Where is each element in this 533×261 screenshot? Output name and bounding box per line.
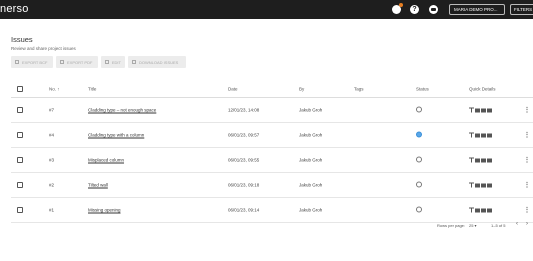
- document-icon: [487, 208, 492, 212]
- table-header: No. ↑ Title Date By Tags Status Quick De…: [11, 80, 533, 98]
- issue-title-link[interactable]: Missing opening: [88, 208, 121, 213]
- issue-author: Jakub Groh: [299, 207, 323, 213]
- link-icon: [475, 183, 480, 187]
- issue-title-link[interactable]: Cladding type with a column: [88, 133, 144, 138]
- row-menu-icon[interactable]: ⋮: [524, 132, 530, 139]
- project-select[interactable]: MARIA DEMO PRO...: [449, 4, 505, 15]
- filters-button[interactable]: FILTERS: [510, 4, 533, 15]
- image-icon: [481, 108, 486, 112]
- edit-icon: [105, 60, 109, 64]
- rows-per-page-select[interactable]: 25 ▾: [469, 223, 477, 228]
- document-icon: [487, 158, 492, 162]
- row-checkbox[interactable]: [17, 132, 23, 138]
- top-bar: nerso ? MARIA DEMO PRO... FILTERS: [0, 0, 533, 19]
- image-icon: [481, 133, 486, 137]
- row-menu-icon[interactable]: ⋮: [524, 157, 530, 164]
- table-row[interactable]: #7 Cladding type – not enough space 12/0…: [11, 98, 533, 123]
- column-header-date[interactable]: Date: [228, 86, 238, 91]
- link-icon: [475, 108, 480, 112]
- status-icon[interactable]: [416, 206, 422, 214]
- issue-number: #4: [49, 132, 55, 138]
- issue-date: 06/01/23, 09:18: [228, 182, 260, 188]
- toolbar: EXPORT BCF EXPORT PDF EDIT DOWNLOAD ISSU…: [11, 56, 186, 68]
- quick-details: [469, 132, 492, 138]
- issue-author: Jakub Groh: [299, 157, 323, 163]
- column-header-by[interactable]: By: [299, 86, 304, 91]
- issue-title-link[interactable]: Misplaced column: [88, 158, 124, 163]
- issue-number: #1: [49, 207, 55, 213]
- column-header-no[interactable]: No. ↑: [49, 86, 60, 91]
- export-icon: [60, 60, 64, 64]
- issue-number: #2: [49, 182, 55, 188]
- export-pdf-button[interactable]: EXPORT PDF: [56, 56, 98, 68]
- pin-icon: [469, 207, 474, 213]
- edit-button[interactable]: EDIT: [101, 56, 125, 68]
- issue-date: 06/01/23, 09:57: [228, 132, 260, 138]
- row-checkbox[interactable]: [17, 107, 23, 113]
- quick-details: [469, 207, 492, 213]
- issue-author: Jakub Groh: [299, 182, 323, 188]
- sort-asc-icon: ↑: [57, 86, 60, 91]
- rows-per-page-label: Rows per page:: [437, 223, 466, 228]
- status-icon[interactable]: [416, 131, 422, 139]
- image-icon: [481, 183, 486, 187]
- issue-title-link[interactable]: Cladding type – not enough space: [88, 108, 156, 113]
- page-title: Issues: [11, 35, 33, 44]
- quick-details: [469, 157, 492, 163]
- image-icon: [481, 208, 486, 212]
- column-header-status[interactable]: Status: [416, 86, 429, 91]
- row-menu-icon[interactable]: ⋮: [524, 182, 530, 189]
- download-icon: [132, 60, 136, 64]
- status-icon[interactable]: [416, 181, 422, 189]
- table-row[interactable]: #4 Cladding type with a column 06/01/23,…: [11, 123, 533, 148]
- quick-details: [469, 182, 492, 188]
- document-icon: [487, 133, 492, 137]
- table-row[interactable]: #1 Missing opening 06/01/23, 09:14 Jakub…: [11, 198, 533, 223]
- pin-icon: [469, 107, 474, 113]
- issue-date: 12/01/23, 14:08: [228, 107, 260, 113]
- select-all-checkbox[interactable]: [17, 85, 23, 92]
- download-issues-button[interactable]: DOWNLOAD ISSUES: [128, 56, 186, 68]
- help-icon[interactable]: ?: [410, 5, 419, 14]
- table-row[interactable]: #3 Misplaced column 06/01/23, 09:55 Jaku…: [11, 148, 533, 173]
- column-header-title[interactable]: Title: [88, 86, 96, 91]
- issue-author: Jakub Groh: [299, 132, 323, 138]
- issue-title-link[interactable]: Tilted wall: [88, 183, 108, 188]
- export-icon: [15, 60, 19, 64]
- next-page-icon[interactable]: ›: [526, 221, 528, 227]
- link-icon: [475, 208, 480, 212]
- issue-author: Jakub Groh: [299, 107, 323, 113]
- row-checkbox[interactable]: [17, 157, 23, 163]
- notification-icon[interactable]: [392, 3, 403, 14]
- row-menu-icon[interactable]: ⋮: [524, 207, 530, 214]
- row-checkbox[interactable]: [17, 207, 23, 213]
- pin-icon: [469, 132, 474, 138]
- pagination-range: 1–5 of 5: [491, 223, 506, 228]
- prev-page-icon[interactable]: ‹: [516, 221, 518, 227]
- column-header-quick-details[interactable]: Quick Details: [469, 86, 496, 91]
- row-checkbox[interactable]: [17, 182, 23, 188]
- link-icon: [475, 133, 480, 137]
- table-row[interactable]: #2 Tilted wall 06/01/23, 09:18 Jakub Gro…: [11, 173, 533, 198]
- issue-date: 06/01/23, 09:14: [228, 207, 260, 213]
- quick-details: [469, 107, 492, 113]
- image-icon: [481, 158, 486, 162]
- document-icon: [487, 183, 492, 187]
- column-header-tags[interactable]: Tags: [354, 86, 364, 91]
- pin-icon: [469, 157, 474, 163]
- issue-number: #3: [49, 157, 55, 163]
- issue-date: 06/01/23, 09:55: [228, 157, 260, 163]
- issue-number: #7: [49, 107, 55, 113]
- document-icon: [487, 108, 492, 112]
- page-subtitle: Review and share project issues: [11, 46, 76, 51]
- status-icon[interactable]: [416, 106, 422, 114]
- status-icon[interactable]: [416, 156, 422, 164]
- pin-icon: [469, 182, 474, 188]
- row-menu-icon[interactable]: ⋮: [524, 107, 530, 114]
- export-bcf-button[interactable]: EXPORT BCF: [11, 56, 53, 68]
- app-logo: nerso: [0, 3, 29, 15]
- link-icon: [475, 158, 480, 162]
- user-icon[interactable]: [429, 5, 438, 14]
